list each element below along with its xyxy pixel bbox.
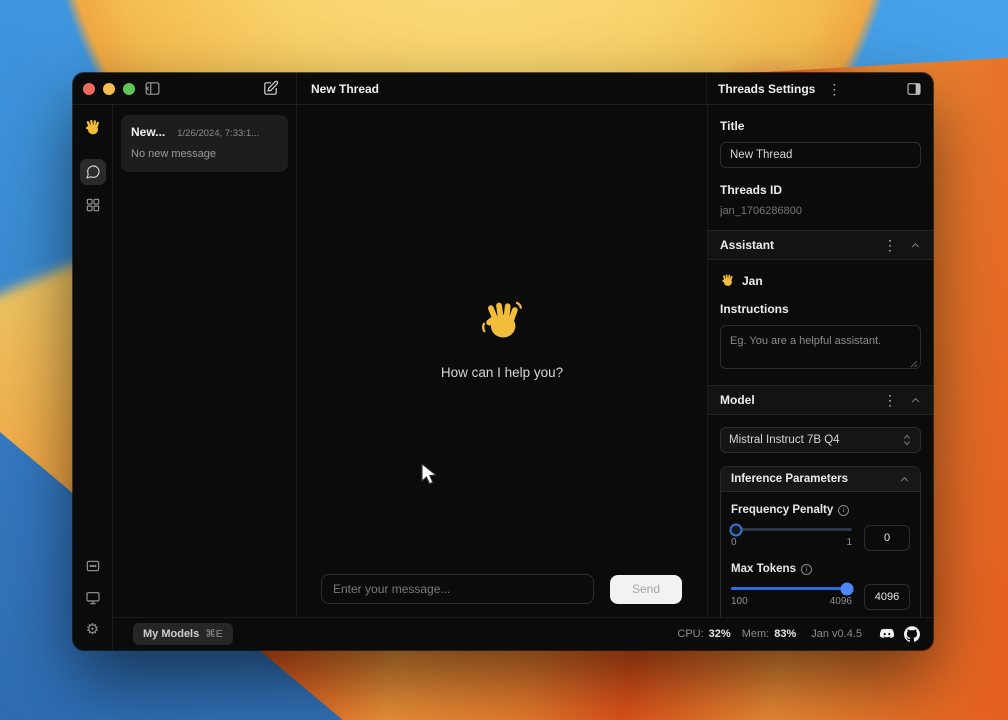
- title-label: Title: [720, 119, 921, 133]
- local-api-server-icon[interactable]: [85, 558, 101, 579]
- frequency-penalty-min: 0: [731, 537, 737, 548]
- thread-item-preview: No new message: [131, 148, 278, 160]
- rail-bottom-icons: ⚙: [85, 558, 101, 637]
- inference-parameters-label: Inference Parameters: [731, 473, 899, 485]
- sidebar-item-chat[interactable]: [80, 159, 106, 185]
- thread-title-input[interactable]: [720, 142, 921, 168]
- discord-icon[interactable]: [879, 626, 895, 642]
- mouse-cursor: [418, 462, 440, 491]
- inference-parameters-header[interactable]: Inference Parameters: [721, 467, 920, 492]
- frequency-penalty-value[interactable]: 0: [864, 525, 910, 551]
- info-icon: [838, 505, 849, 516]
- inference-collapse-chevron-icon[interactable]: [899, 474, 910, 485]
- model-header-label: Model: [720, 393, 879, 407]
- inference-parameters-card: Inference Parameters Frequency Penalty: [720, 466, 921, 617]
- mem-label: Mem:: [742, 628, 770, 640]
- system-monitor-icon[interactable]: [85, 590, 101, 611]
- titlebar-center-section: New Thread: [297, 73, 707, 104]
- threads-settings-title: Threads Settings: [718, 82, 815, 96]
- chat-area: How can I help you? Send: [297, 105, 707, 617]
- instructions-textarea[interactable]: [720, 325, 921, 369]
- thread-item-timestamp: 1/26/2024, 7:33:1...: [177, 128, 259, 139]
- max-tokens-value[interactable]: 4096: [864, 584, 910, 610]
- my-models-label: My Models: [143, 628, 199, 640]
- message-input[interactable]: [321, 574, 594, 604]
- titlebar-right-section: Threads Settings ⋮: [707, 73, 933, 104]
- my-models-button[interactable]: My Models ⌘E: [133, 623, 233, 645]
- title-bar: New Thread Threads Settings ⋮: [73, 73, 933, 105]
- max-tokens-param: Max Tokens: [731, 563, 910, 610]
- chat-empty-state: How can I help you?: [297, 105, 707, 573]
- assistant-section-header[interactable]: Assistant ⋮: [708, 230, 933, 260]
- thread-title: New Thread: [311, 82, 379, 96]
- settings-gear-icon[interactable]: ⚙: [86, 622, 99, 637]
- greeting-text: How can I help you?: [441, 365, 563, 380]
- frequency-penalty-slider[interactable]: [731, 528, 852, 531]
- cpu-value: 32%: [709, 628, 731, 640]
- minimize-window-button[interactable]: [103, 83, 115, 95]
- frequency-penalty-slider-thumb[interactable]: [729, 523, 742, 536]
- message-input-row: Send: [297, 573, 707, 617]
- assistant-avatar-wave-icon: [720, 273, 735, 288]
- frequency-penalty-max: 1: [846, 537, 852, 548]
- frequency-penalty-label: Frequency Penalty: [731, 504, 833, 516]
- max-tokens-label: Max Tokens: [731, 563, 796, 575]
- thread-list-item[interactable]: New... 1/26/2024, 7:33:1... No new messa…: [121, 115, 288, 172]
- status-bar: My Models ⌘E CPU: 32% Mem: 83% Jan v0.4.…: [113, 617, 933, 650]
- info-icon: [801, 564, 812, 575]
- traffic-lights: [83, 83, 135, 95]
- thread-list-panel: New... 1/26/2024, 7:33:1... No new messa…: [113, 105, 297, 617]
- close-window-button[interactable]: [83, 83, 95, 95]
- assistant-row: Jan: [720, 273, 921, 288]
- new-thread-icon[interactable]: [262, 80, 279, 97]
- collapse-right-panel-icon[interactable]: [906, 81, 922, 97]
- github-icon[interactable]: [904, 626, 920, 642]
- cpu-label: CPU:: [677, 628, 703, 640]
- wave-hand-icon: [479, 298, 525, 349]
- model-select[interactable]: Mistral Instruct 7B Q4: [720, 427, 921, 453]
- model-section-header[interactable]: Model ⋮: [708, 385, 933, 415]
- instructions-label: Instructions: [720, 302, 921, 316]
- send-button[interactable]: Send: [610, 575, 682, 604]
- frequency-penalty-param: Frequency Penalty: [731, 504, 910, 551]
- select-chevrons-icon: [902, 433, 912, 447]
- jan-logo-wave-icon: [83, 118, 102, 142]
- sidebar-item-hub[interactable]: [85, 197, 101, 213]
- collapse-left-panel-icon[interactable]: [144, 80, 161, 97]
- app-version: Jan v0.4.5: [811, 628, 862, 640]
- assistant-header-label: Assistant: [720, 238, 879, 252]
- assistant-collapse-chevron-icon[interactable]: [910, 240, 921, 251]
- model-menu-icon[interactable]: ⋮: [879, 393, 901, 407]
- thread-item-title: New...: [131, 125, 165, 139]
- model-collapse-chevron-icon[interactable]: [910, 395, 921, 406]
- threads-settings-panel: Title Threads ID jan_1706286800 Assistan…: [707, 105, 933, 617]
- max-tokens-slider[interactable]: [731, 587, 852, 590]
- model-select-value: Mistral Instruct 7B Q4: [729, 434, 902, 446]
- max-tokens-max: 4096: [830, 596, 852, 607]
- titlebar-left-section: [73, 73, 297, 104]
- max-tokens-min: 100: [731, 596, 748, 607]
- threads-settings-menu-icon[interactable]: ⋮: [823, 82, 845, 96]
- jan-app-window: New Thread Threads Settings ⋮: [73, 73, 933, 650]
- zoom-window-button[interactable]: [123, 83, 135, 95]
- assistant-name: Jan: [742, 274, 763, 288]
- threads-id-value: jan_1706286800: [720, 205, 921, 217]
- threads-id-label: Threads ID: [720, 183, 921, 197]
- left-icon-rail: ⚙: [73, 105, 113, 650]
- mem-value: 83%: [774, 628, 796, 640]
- assistant-menu-icon[interactable]: ⋮: [879, 238, 901, 252]
- my-models-shortcut: ⌘E: [205, 628, 223, 640]
- max-tokens-slider-thumb[interactable]: [841, 582, 854, 595]
